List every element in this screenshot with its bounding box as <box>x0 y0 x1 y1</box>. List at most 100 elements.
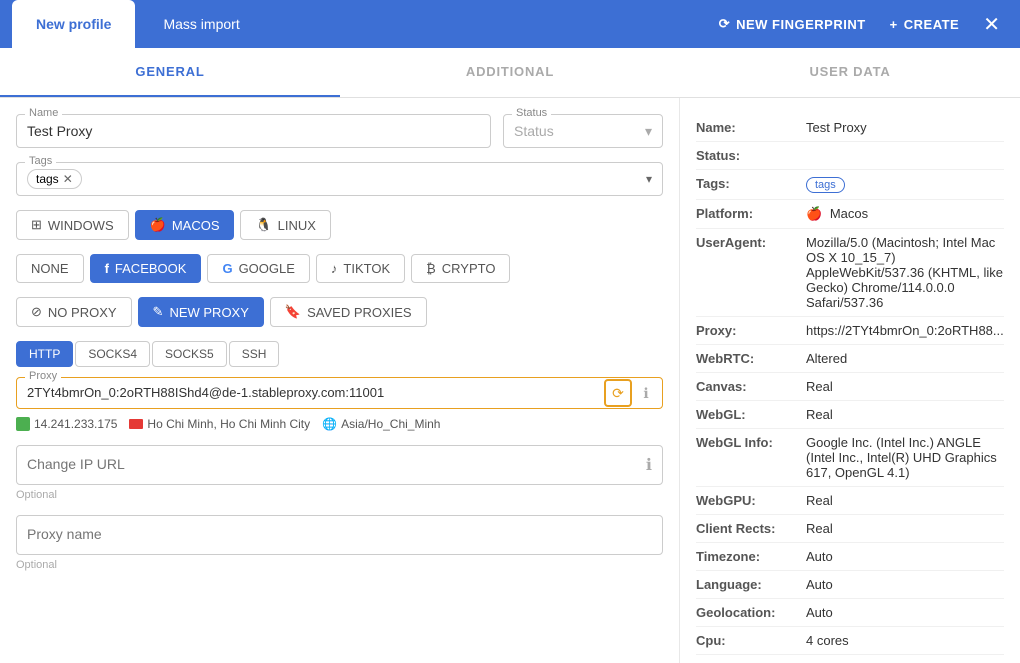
status-label: Status <box>512 107 551 119</box>
cookie-crypto-button[interactable]: ₿ CRYPTO <box>411 254 510 283</box>
windows-icon: ⊞ <box>31 217 42 233</box>
name-value: Test Proxy <box>806 114 1004 142</box>
change-ip-optional-label: Optional <box>16 489 663 501</box>
new-proxy-icon: ✎ <box>153 304 164 320</box>
useragent-key: UserAgent: <box>696 229 806 317</box>
proxy-name-optional-label: Optional <box>16 559 663 571</box>
platform-windows-button[interactable]: ⊞ WINDOWS <box>16 210 129 240</box>
saved-proxies-button[interactable]: 🔖 SAVED PROXIES <box>270 297 427 327</box>
cpu-key: Cpu: <box>696 627 806 655</box>
proto-http-tab[interactable]: HTTP <box>16 341 73 367</box>
info-row-name: Name: Test Proxy <box>696 114 1004 142</box>
tab-general[interactable]: GENERAL <box>0 48 340 97</box>
cpu-value: 4 cores <box>806 627 1004 655</box>
status-dropdown[interactable]: Status Status ▾ <box>503 114 663 148</box>
cookie-google-button[interactable]: G GOOGLE <box>207 254 309 283</box>
cookie-buttons: NONE f FACEBOOK G GOOGLE ♪ TIKTOK ₿ CRYP… <box>16 254 663 283</box>
new-proxy-button[interactable]: ✎ NEW PROXY <box>138 297 264 327</box>
green-status-indicator <box>16 417 30 431</box>
tags-chevron-icon[interactable]: ▾ <box>646 172 652 186</box>
info-row-webgpu: WebGPU: Real <box>696 487 1004 515</box>
proxy-value: https://2TYt4bmrOn_0:2oRTH88... <box>806 317 1004 345</box>
name-status-row: Name Status Status ▾ <box>16 114 663 148</box>
language-value: Auto <box>806 571 1004 599</box>
proxy-info-button[interactable]: ℹ <box>636 383 656 403</box>
saved-proxies-icon: 🔖 <box>285 304 301 320</box>
chevron-down-icon: ▾ <box>645 123 652 140</box>
ip-address-text: 14.241.233.175 <box>34 417 117 431</box>
cookie-tiktok-button[interactable]: ♪ TIKTOK <box>316 254 405 283</box>
cookie-facebook-button[interactable]: f FACEBOOK <box>90 254 202 283</box>
proto-ssh-tab[interactable]: SSH <box>229 341 280 367</box>
info-row-tags: Tags: tags <box>696 170 1004 200</box>
info-row-canvas: Canvas: Real <box>696 373 1004 401</box>
new-fingerprint-button[interactable]: ⟳ NEW FINGERPRINT <box>707 16 878 32</box>
right-panel: Name: Test Proxy Status: Tags: tags Plat… <box>680 98 1020 663</box>
platform-macos-button[interactable]: 🍎 MACOS <box>135 210 235 240</box>
clientrects-key: Client Rects: <box>696 515 806 543</box>
name-field: Name <box>16 114 491 148</box>
proto-socks4-tab[interactable]: SOCKS4 <box>75 341 150 367</box>
info-row-proxy: Proxy: https://2TYt4bmrOn_0:2oRTH88... <box>696 317 1004 345</box>
timezone-value: Auto <box>806 543 1004 571</box>
timezone-key: Timezone: <box>696 543 806 571</box>
proxy-refresh-button[interactable]: ⟳ <box>604 379 632 407</box>
status-value <box>806 142 1004 170</box>
fingerprint-icon: ⟳ <box>719 16 730 32</box>
info-row-cpu: Cpu: 4 cores <box>696 627 1004 655</box>
no-proxy-icon: ⊘ <box>31 304 42 320</box>
url-info-icon[interactable]: ℹ <box>646 455 652 475</box>
city-badge: Ho Chi Minh, Ho Chi Minh City <box>129 417 310 431</box>
name-input[interactable] <box>27 121 480 139</box>
canvas-key: Canvas: <box>696 373 806 401</box>
flag-icon <box>129 419 143 429</box>
platform-apple-icon: 🍎 <box>806 206 822 221</box>
info-row-webrtc: WebRTC: Altered <box>696 345 1004 373</box>
platform-buttons: ⊞ WINDOWS 🍎 MACOS 🐧 LINUX <box>16 210 663 240</box>
tags-label: Tags <box>25 155 56 167</box>
info-tag-badge: tags <box>806 177 845 193</box>
ip-info-row: 14.241.233.175 Ho Chi Minh, Ho Chi Minh … <box>16 417 663 431</box>
webgl-key: WebGL: <box>696 401 806 429</box>
close-button[interactable]: ✕ <box>975 12 1008 37</box>
proxy-name-container <box>16 515 663 555</box>
geolocation-value: Auto <box>806 599 1004 627</box>
status-key: Status: <box>696 142 806 170</box>
tab-user-data[interactable]: USER DATA <box>680 48 1020 97</box>
language-key: Language: <box>696 571 806 599</box>
no-proxy-button[interactable]: ⊘ NO PROXY <box>16 297 132 327</box>
info-row-webgl: WebGL: Real <box>696 401 1004 429</box>
proxy-key: Proxy: <box>696 317 806 345</box>
tab-additional[interactable]: ADDITIONAL <box>340 48 680 97</box>
mass-import-tab[interactable]: Mass import <box>139 0 263 48</box>
city-text: Ho Chi Minh, Ho Chi Minh City <box>147 417 310 431</box>
info-row-language: Language: Auto <box>696 571 1004 599</box>
nav-tabs: GENERAL ADDITIONAL USER DATA <box>0 48 1020 98</box>
webgpu-value: Real <box>806 487 1004 515</box>
platform-value: 🍎 Macos <box>806 200 1004 229</box>
app-header: New profile Mass import ⟳ NEW FINGERPRIN… <box>0 0 1020 48</box>
webgpu-key: WebGPU: <box>696 487 806 515</box>
tags-field: Tags tags ✕ ▾ <box>16 162 663 196</box>
info-row-platform: Platform: 🍎 Macos <box>696 200 1004 229</box>
proxy-input[interactable] <box>27 385 592 400</box>
main-content: Name Status Status ▾ Tags tags ✕ ▾ ⊞ WIN… <box>0 98 1020 663</box>
canvas-value: Real <box>806 373 1004 401</box>
new-profile-tab[interactable]: New profile <box>12 0 135 48</box>
proxy-label: Proxy <box>25 370 61 382</box>
cookie-none-button[interactable]: NONE <box>16 254 84 283</box>
status-placeholder: Status <box>514 123 554 139</box>
tag-text: tags <box>36 172 59 186</box>
proxy-name-input[interactable] <box>27 526 652 542</box>
clientrects-value: Real <box>806 515 1004 543</box>
timezone-text: Asia/Ho_Chi_Minh <box>341 417 440 431</box>
proto-socks5-tab[interactable]: SOCKS5 <box>152 341 227 367</box>
google-icon: G <box>222 261 232 276</box>
webglinfo-key: WebGL Info: <box>696 429 806 487</box>
tag-remove-button[interactable]: ✕ <box>63 172 73 186</box>
create-button[interactable]: + CREATE <box>878 17 972 32</box>
platform-linux-button[interactable]: 🐧 LINUX <box>240 210 330 240</box>
change-ip-url-input[interactable] <box>27 456 622 472</box>
webgl-value: Real <box>806 401 1004 429</box>
webrtc-value: Altered <box>806 345 1004 373</box>
